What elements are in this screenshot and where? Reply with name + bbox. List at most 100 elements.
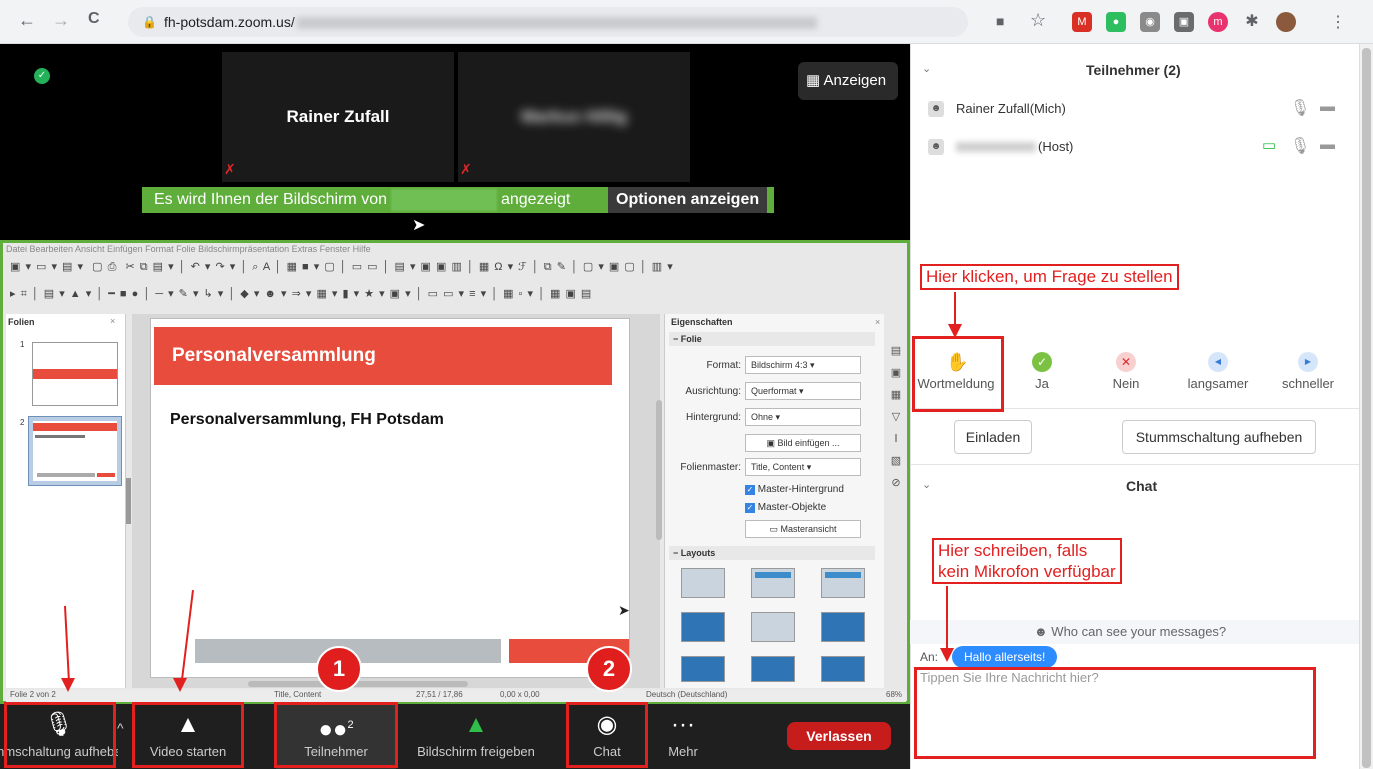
- layout-thumb[interactable]: [751, 612, 795, 642]
- participant-row[interactable]: ☻ Rainer Zufall(Mich) 🎙 ▬: [928, 98, 1348, 122]
- audio-options-chevron-icon[interactable]: ^: [117, 720, 124, 736]
- status-zoom: 68%: [886, 690, 903, 699]
- share-screen-icon: ▲: [464, 711, 488, 738]
- view-options-button[interactable]: Optionen anzeigen: [608, 187, 768, 213]
- annotation-box-chat: [566, 702, 648, 768]
- url-path-blurred: [296, 17, 817, 30]
- screenshot-extension-icon[interactable]: ◉: [1140, 12, 1160, 32]
- participant-name: Rainer Zufall(Mich): [956, 101, 1066, 116]
- mendeley-extension-icon[interactable]: m: [1208, 12, 1228, 32]
- gmail-extension-icon[interactable]: M: [1072, 12, 1092, 32]
- share-screen-button[interactable]: ▲ Bildschirm freigeben: [398, 704, 554, 769]
- lock-icon: 🔒: [142, 15, 157, 29]
- yes-button[interactable]: ✓ Ja: [1002, 352, 1082, 391]
- browser-toolbar: ← → C 🔒 fh-potsdam.zoom.us/ ■ ☆ M ● ◉ ▣ …: [0, 0, 1373, 44]
- mouse-cursor-icon: ➤: [412, 217, 426, 234]
- background-dropdown[interactable]: Ohne ▾: [745, 408, 861, 426]
- layout-thumb[interactable]: [681, 612, 725, 642]
- insert-image-button[interactable]: ▣ Bild einfügen ...: [745, 434, 861, 452]
- profile-avatar[interactable]: [1276, 12, 1296, 32]
- layout-thumb[interactable]: [821, 656, 865, 682]
- annotation-box-video: [132, 702, 244, 768]
- properties-sidebar: Eigenschaften × − Folie Format: Bildschi…: [664, 314, 884, 688]
- close-panel-icon[interactable]: ×: [110, 316, 115, 326]
- section-layouts[interactable]: − Layouts: [669, 546, 875, 560]
- slower-button[interactable]: ◀ langsamer: [1178, 352, 1258, 391]
- invite-button[interactable]: Einladen: [954, 420, 1032, 454]
- annotation-raise-hand-hint: Hier klicken, um Frage zu stellen: [920, 264, 1179, 290]
- slide-editor[interactable]: Personalversammlung Personalversammlung,…: [150, 318, 630, 678]
- collapse-chevron-icon[interactable]: ⌄: [922, 62, 931, 75]
- browser-menu-icon[interactable]: ⋮: [1330, 12, 1346, 32]
- faster-icon: ▶: [1298, 352, 1318, 372]
- status-language: Deutsch (Deutschland): [646, 690, 728, 699]
- orientation-dropdown[interactable]: Querformat ▾: [745, 382, 861, 400]
- url-host: fh-potsdam.zoom.us/: [164, 14, 295, 30]
- more-button[interactable]: ··· Mehr: [656, 704, 710, 769]
- participant-name: Rainer Zufall: [286, 107, 390, 126]
- forward-icon[interactable]: →: [52, 10, 70, 31]
- who-can-see-link[interactable]: ☻ Who can see your messages?: [1034, 624, 1226, 639]
- layout-thumb[interactable]: [751, 568, 795, 598]
- muted-mic-icon: 🎙: [1290, 138, 1311, 155]
- status-size: 0,00 x 0,00: [500, 690, 540, 699]
- layout-thumb[interactable]: [681, 656, 725, 682]
- slide-title[interactable]: Personalversammlung: [154, 327, 612, 385]
- status-position: 27,51 / 17,86: [416, 690, 463, 699]
- master-view-button[interactable]: ▭ Masteransicht: [745, 520, 861, 538]
- muted-mic-icon: ✗: [460, 161, 472, 177]
- layout-thumb[interactable]: [751, 656, 795, 682]
- format-dropdown[interactable]: Bildschirm 4:3 ▾: [745, 356, 861, 374]
- slide-subtitle[interactable]: Personalversammlung, FH Potsdam: [170, 411, 444, 429]
- section-folie[interactable]: − Folie: [669, 332, 875, 346]
- leave-meeting-button[interactable]: Verlassen: [787, 722, 891, 750]
- office-status-bar: Folie 2 von 2 Title, Content 27,51 / 17,…: [6, 690, 906, 702]
- layout-thumb[interactable]: [821, 612, 865, 642]
- video-tile-rainer[interactable]: Rainer Zufall ✗: [222, 52, 454, 182]
- sidebar-deck-icons[interactable]: ▤ ▣ ▦ ▽ Ⅰ ▧ ⊘: [886, 340, 906, 500]
- annotation-arrowhead: [940, 648, 954, 662]
- page-scrollbar[interactable]: [1359, 44, 1373, 769]
- master-objects-checkbox[interactable]: ✓ Master-Objekte: [745, 502, 826, 513]
- back-icon[interactable]: ←: [18, 10, 36, 31]
- security-shield-icon[interactable]: ✓: [34, 68, 50, 84]
- vertical-scrollbar[interactable]: [656, 400, 662, 540]
- evernote-extension-icon[interactable]: ●: [1106, 12, 1126, 32]
- no-button[interactable]: ✕ Nein: [1086, 352, 1166, 391]
- slide-number: 1: [20, 340, 25, 349]
- panel-resize-handle[interactable]: [126, 478, 131, 524]
- annotation-box-chat-input: [914, 667, 1316, 759]
- annotation-box-participants: [274, 702, 398, 768]
- slide-thumbnail-2[interactable]: [28, 416, 122, 486]
- avatar-icon: ☻: [928, 139, 944, 155]
- layout-thumb[interactable]: [821, 568, 865, 598]
- layout-thumb[interactable]: [681, 568, 725, 598]
- annotation-badge-1: 1: [316, 646, 362, 692]
- person-icon: ☻: [1034, 624, 1052, 639]
- screen-share-banner: Es wird Ihnen der Bildschirm von angezeig…: [142, 187, 774, 213]
- office-menu-bar: Datei Bearbeiten Ansicht Einfügen Format…: [6, 244, 371, 254]
- orientation-label: Ausrichtung:: [685, 386, 741, 397]
- master-background-checkbox[interactable]: ✓ Master-Hintergrund: [745, 484, 844, 495]
- extension-icon[interactable]: ▣: [1174, 12, 1194, 32]
- collapse-chevron-icon[interactable]: ⌄: [922, 478, 931, 491]
- faster-button[interactable]: ▶ schneller: [1268, 352, 1348, 391]
- unmute-all-button[interactable]: Stummschaltung aufheben: [1122, 420, 1316, 454]
- reload-icon[interactable]: C: [88, 10, 100, 28]
- check-icon: ✓: [1032, 352, 1052, 372]
- camera-icon[interactable]: ■: [996, 13, 1004, 29]
- avatar-icon: ☻: [928, 101, 944, 117]
- address-bar[interactable]: 🔒 fh-potsdam.zoom.us/: [128, 7, 968, 37]
- slide-thumbnail-1[interactable]: [32, 342, 118, 406]
- star-icon[interactable]: ☆: [1030, 10, 1046, 31]
- master-dropdown[interactable]: Title, Content ▾: [745, 458, 861, 476]
- gallery-view-button[interactable]: ▦ Anzeigen: [798, 62, 898, 100]
- puzzle-extensions-icon[interactable]: ✱: [1242, 12, 1262, 32]
- video-tile-host[interactable]: Markus Hillig ✗: [458, 52, 690, 182]
- participant-row[interactable]: ☻ (Host) ▭ 🎙 ▬: [928, 136, 1348, 160]
- close-icon[interactable]: ×: [875, 317, 880, 327]
- annotation-arrow-raise-hand: [954, 292, 956, 328]
- mouse-cursor-icon: ➤: [618, 602, 630, 618]
- chat-recipient-pill[interactable]: Hallo allerseits!: [952, 646, 1058, 668]
- muted-mic-icon: ✗: [224, 161, 236, 177]
